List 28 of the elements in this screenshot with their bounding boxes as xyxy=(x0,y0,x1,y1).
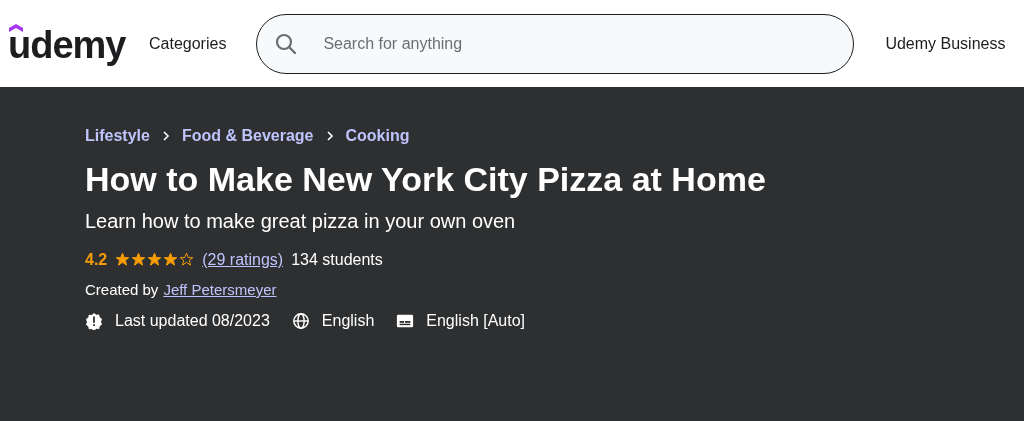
chevron-icon xyxy=(161,130,170,142)
meta-text: Last updated 08/2023 xyxy=(115,311,270,330)
students-count: 134 students xyxy=(291,250,383,269)
breadcrumb-link[interactable]: Lifestyle xyxy=(85,127,150,145)
globe-icon xyxy=(291,311,310,330)
categories-link[interactable]: Categories xyxy=(149,34,227,53)
ratings-link[interactable]: (29 ratings) xyxy=(202,250,284,269)
logo-caret-icon xyxy=(9,23,23,32)
meta-text: English xyxy=(321,311,375,330)
rating-value: 4.2 xyxy=(85,250,108,269)
breadcrumb-link[interactable]: Food & Beverage xyxy=(181,127,314,145)
alert-badge-icon xyxy=(85,311,103,330)
star-icon xyxy=(179,252,195,268)
search-field[interactable]: Search for anything xyxy=(256,13,855,74)
instructor-link[interactable]: Jeff Petersmeyer xyxy=(163,280,277,298)
course-subtitle: Learn how to make great pizza in your own oven xyxy=(85,209,517,233)
star-icon xyxy=(163,252,179,268)
logo[interactable]: udemy xyxy=(8,25,126,64)
star-icon xyxy=(147,252,163,268)
created-by-label: Created by xyxy=(85,280,159,298)
meta-text: English [Auto] xyxy=(426,311,526,330)
star-icon xyxy=(131,252,147,268)
captions-icon xyxy=(396,312,415,329)
star-icon xyxy=(115,252,131,268)
breadcrumb-link[interactable]: Cooking xyxy=(345,127,410,145)
course-title: How to Make New York City Pizza at Home xyxy=(85,159,767,200)
chevron-icon xyxy=(325,130,334,142)
udemy-business-link[interactable]: Udemy Business xyxy=(885,34,1006,53)
